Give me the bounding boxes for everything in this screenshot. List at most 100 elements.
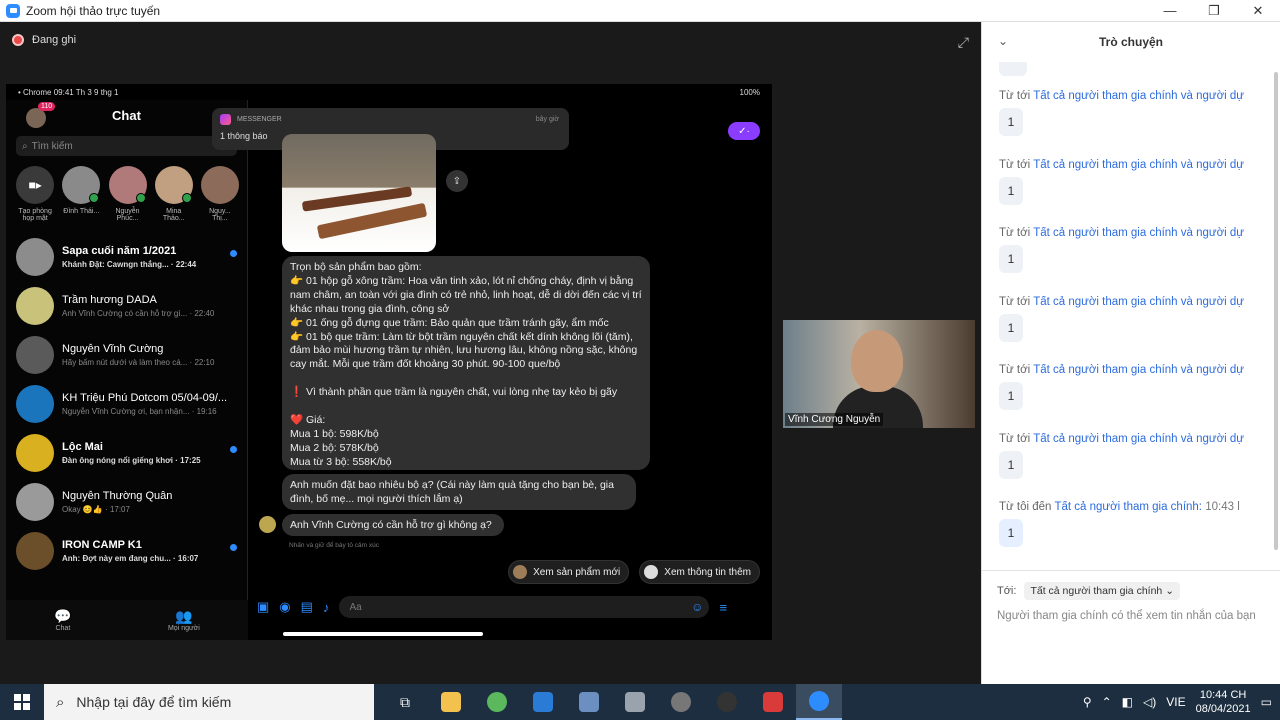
avatar[interactable] (26, 108, 46, 128)
message-recipient[interactable]: Tất cả người tham gia chính và người dự (1033, 433, 1244, 445)
notifications-icon[interactable]: ▭ (1261, 695, 1272, 709)
conversation-item[interactable]: Trầm hương DADA Anh Vĩnh Cường có cần hỗ … (6, 281, 247, 330)
taskbar-app-green[interactable] (474, 684, 520, 720)
message-from: Từ tới (999, 295, 1034, 308)
story-item[interactable]: ■▸ Tạo phòng họp mặt (16, 166, 55, 222)
quick-reply-button[interactable]: Xem thông tin thêm (639, 560, 760, 584)
chat-input[interactable]: Người tham gia chính có thể xem tin nhắn… (997, 608, 1267, 624)
story-item[interactable]: Đình Thái... (62, 166, 101, 222)
message-bubble[interactable]: Anh muốn đặt bao nhiêu bộ ạ? (Cái này là… (282, 474, 636, 510)
taskbar-file-explorer[interactable] (428, 684, 474, 720)
emoji-icon[interactable]: ☺ (691, 600, 703, 614)
quick-reply-label: Xem thông tin thêm (664, 566, 751, 578)
divider (982, 570, 1280, 571)
taskbar-app-red[interactable] (750, 684, 796, 720)
minimize-button[interactable]: — (1148, 0, 1192, 22)
messenger-tabbar: 💬 Chat 👥 Mọi người (6, 600, 248, 640)
share-icon[interactable]: ⇪ (446, 170, 468, 192)
preview-text: Okay 😊👍 (62, 504, 103, 514)
chevron-down-icon[interactable]: ⌄ (998, 34, 1008, 48)
taskbar-app-monitor[interactable] (566, 684, 612, 720)
chat-message-header: Từ tới Tất cả người tham gia chính và ng… (999, 227, 1269, 239)
chat-scrollbar[interactable] (1274, 72, 1278, 550)
app-red-icon (763, 692, 783, 712)
mic-icon[interactable]: ♪ (323, 600, 330, 615)
story-item[interactable]: Nguy... Thị... (200, 166, 239, 222)
message-recipient[interactable]: Tất cả người tham gia chính và người dự (1033, 227, 1244, 239)
taskbar-app-media[interactable] (520, 684, 566, 720)
volume-icon[interactable]: ◁) (1143, 695, 1156, 709)
product-photo[interactable] (282, 134, 436, 252)
conversation-item[interactable]: IRON CAMP K1 Anh: Đợt này em đang chu... … (6, 526, 247, 575)
preview-text: Hãy bấm nút dưới và làm theo cá... (62, 357, 188, 367)
camera-icon[interactable]: ◉ (279, 599, 290, 615)
chat-message-bubble[interactable]: 1 (999, 313, 1023, 342)
taskbar-app-gray[interactable] (658, 684, 704, 720)
start-button[interactable] (0, 684, 44, 720)
photo-incense-tube (316, 202, 428, 240)
message-input[interactable]: Aa ☺ (339, 596, 710, 618)
preview-time: 17:07 (109, 504, 130, 514)
chat-message-bubble[interactable]: 1 (999, 450, 1023, 479)
conversation-item[interactable]: KH Triệu Phú Dotcom 05/04-09/... Nguyễn V… (6, 379, 247, 428)
clock[interactable]: 10:44 CH 08/04/2021 (1196, 688, 1251, 716)
gif-icon[interactable]: ▣ (257, 599, 269, 615)
message-recipient[interactable]: Tất cả người tham gia chính và người dự (1033, 296, 1244, 308)
fullscreen-icon[interactable]: ⤢ (958, 34, 969, 51)
check-button[interactable]: ✓· (728, 122, 760, 140)
lang-indicator[interactable]: VIE (1166, 695, 1185, 709)
conversation-item[interactable]: Nguyễn Thường Quân Okay 😊👍 · 17:07 (6, 477, 247, 526)
close-button[interactable]: ✕ (1236, 0, 1280, 22)
taskbar-search[interactable]: ⌕ Nhập tại đây để tìm kiếm (44, 684, 374, 720)
quick-reply-button[interactable]: Xem sản phẩm mới (508, 560, 630, 584)
meeting-stage: Đang ghi ⤢ • Chrome 09:41 Th 3 9 thg 1 1… (0, 22, 981, 684)
taskbar-app-obs[interactable] (704, 684, 750, 720)
conversation-text: Nguyễn Vĩnh Cường Hãy bấm nút dưới và làm… (62, 343, 247, 367)
story-item[interactable]: Nguyễn Phúc... (108, 166, 147, 222)
chat-message-bubble[interactable]: 1 (999, 108, 1023, 136)
chat-message-bubble[interactable]: 1 (999, 382, 1023, 410)
recipient-select[interactable]: Tất cả người tham gia chính ⌄ (1024, 582, 1180, 600)
message-recipient[interactable]: Tất cả người tham gia chính và người dự (1033, 90, 1244, 102)
menu-icon[interactable]: ≡ (719, 600, 727, 615)
conversation-item[interactable]: Lộc Mai Đàn ông nóng nổi giếng khơi · 17:… (6, 428, 247, 477)
message-recipient[interactable]: Tất cả người tham gia chính và người dự (1033, 159, 1244, 171)
message-recipient[interactable]: Tất cả người tham gia chính: (1054, 501, 1202, 513)
notification-time: bây giờ (535, 116, 559, 123)
conversation-item[interactable]: Nguyễn Vĩnh Cường Hãy bấm nút dưới và làm… (6, 330, 247, 379)
conversation-item[interactable]: Sapa cuối năm 1/2021 Khánh Đặt: Cawngn th… (6, 232, 247, 281)
search-input[interactable]: ⌕ Tìm kiếm (16, 136, 237, 156)
reaction-hint: Nhấn và giữ để bày tỏ cảm xúc (289, 542, 379, 549)
tab-chat[interactable]: 💬 Chat (54, 608, 71, 632)
participant-video[interactable]: Vĩnh Cương Nguyễn (783, 320, 975, 428)
message-bubble[interactable]: Anh Vĩnh Cường có cần hỗ trợ gì không ạ? (282, 514, 504, 536)
conversation-preview: Hãy bấm nút dưới và làm theo cá... · 22:… (62, 357, 215, 367)
chevron-up-icon[interactable]: ⌃ (1102, 695, 1112, 709)
unread-dot (230, 446, 237, 453)
unread-dot (230, 544, 237, 551)
message-from: Từ tôi đến (999, 501, 1055, 513)
network-icon[interactable]: ◧ (1122, 695, 1133, 709)
chat-message-bubble[interactable]: 1 (999, 245, 1023, 273)
chat-panel-title: Trò chuyện (1098, 35, 1163, 49)
taskbar-zoom[interactable] (796, 684, 842, 720)
story-item[interactable]: Mina Thảo... (154, 166, 193, 222)
image-icon[interactable]: ▤ (301, 599, 313, 615)
preview-time: 16:07 (177, 553, 199, 563)
taskbar-calculator[interactable] (612, 684, 658, 720)
system-tray: ⚲ ⌃ ◧ ◁) VIE 10:44 CH 08/04/2021 ▭ (1083, 688, 1280, 716)
tab-label: Mọi người (167, 625, 200, 632)
recording-indicator[interactable]: Đang ghi (12, 34, 76, 46)
message-bubble[interactable]: Trọn bộ sản phẩm bao gồm: 👉 01 hộp gỗ xô… (282, 256, 650, 470)
recipient-row: Tới: Tất cả người tham gia chính ⌄ (997, 582, 1180, 600)
tab-people[interactable]: 👥 Mọi người (168, 608, 200, 632)
people-icon[interactable]: ⚲ (1083, 695, 1092, 709)
chat-message-bubble[interactable]: 1 (999, 176, 1023, 205)
conversation-text: KH Triệu Phú Dotcom 05/04-09/... Nguyễn V… (62, 392, 247, 416)
recipient-label: Tới: (997, 585, 1017, 597)
restore-button[interactable]: ❐ (1192, 0, 1236, 22)
video-person-face (851, 330, 903, 392)
chat-message-bubble[interactable]: 1 (999, 519, 1023, 547)
taskbar-task-view[interactable]: ⧉ (382, 684, 428, 720)
message-recipient[interactable]: Tất cả người tham gia chính và người dự (1033, 364, 1244, 376)
